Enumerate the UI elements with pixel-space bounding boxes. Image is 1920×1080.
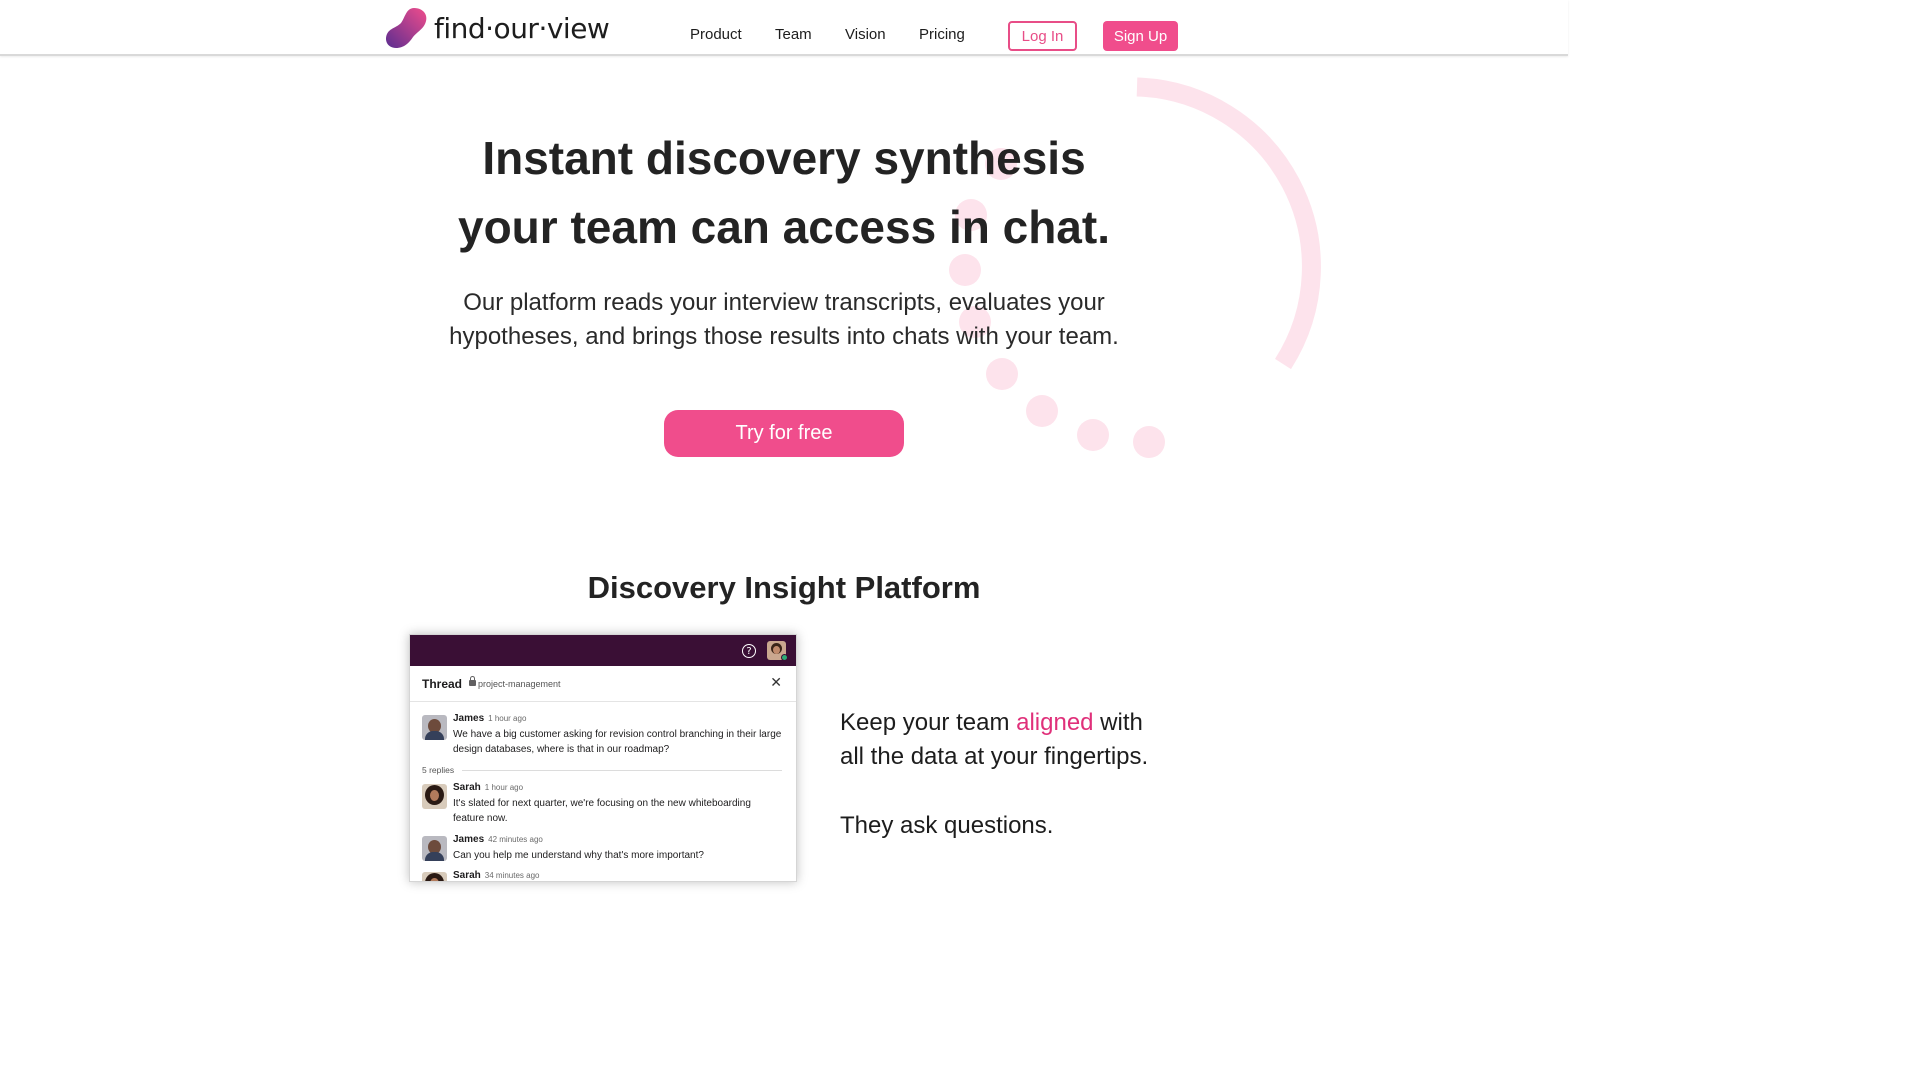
message-time: 34 minutes ago [484,871,540,880]
feature-copy-line-2: all the data at your fingertips. [840,743,1149,770]
feature-copy-questions: They ask questions. [840,812,1054,839]
close-icon: ✕ [770,675,782,691]
lock-icon [469,676,476,686]
brand-logo[interactable]: find·our·view [384,6,610,50]
nav-vision[interactable]: Vision [845,26,886,43]
message-text: It's slated for next quarter, we're focu… [453,798,751,824]
hero-title-line-2: your team can access in chat. [458,201,1110,253]
author-name: Sarah [453,870,481,881]
avatar [422,715,447,740]
message-time: 1 hour ago [484,783,524,792]
message-text: Can you help me understand why that's mo… [453,850,704,861]
hero-subtitle: Our platform reads your interview transc… [404,286,1164,354]
message-author: Sarah 1 hour ago [453,782,523,793]
online-status-icon [781,654,788,661]
try-for-free-button[interactable]: Try for free [664,410,904,457]
message-time: 42 minutes ago [488,835,543,844]
feature-copy: Keep your team aligned with all the data… [840,706,1180,774]
replies-count: 5 replies [422,765,455,775]
hero-title: Instant discovery synthesis your team ca… [384,124,1184,262]
hero-title-line-1: Instant discovery synthesis [482,132,1086,184]
signup-button[interactable]: Sign Up [1103,21,1178,51]
thread-channel: project-management [478,679,561,689]
avatar [422,836,447,861]
thread-header: Thread project-management ✕ [410,666,796,702]
thread-title: Thread [422,677,463,691]
top-navbar: find·our·view Product Team Vision Pricin… [0,0,1568,56]
message-time: 1 hour ago [488,714,527,723]
message-text: We have a big customer asking for revisi… [453,729,782,755]
feature-copy-prefix: Keep your team [840,709,1017,736]
feature-copy-accent: aligned [1016,709,1094,736]
author-name: James [453,713,485,724]
message-author: James 1 hour ago [453,713,526,724]
author-name: Sarah [453,782,481,793]
feature-copy-suffix: with [1093,709,1143,736]
avatar [422,784,447,809]
hero-subtitle-line-2: hypotheses, and brings those results int… [449,323,1119,350]
brand-blob-icon [386,8,427,48]
message-author: James 42 minutes ago [453,834,543,845]
avatar [422,872,447,881]
section-title: Discovery Insight Platform [587,570,981,605]
chat-thread-mockup: ? Thread project-management ✕ James 1 hou… [409,634,797,882]
author-name: James [453,834,485,845]
nav-team[interactable]: Team [775,26,812,43]
nav-pricing[interactable]: Pricing [919,26,965,43]
nav-product[interactable]: Product [690,26,742,43]
replies-divider [462,770,782,771]
brand-name: find·our·view [434,11,610,45]
message-author: Sarah 34 minutes ago [453,870,540,881]
help-icon: ? [742,644,756,658]
chat-top-bar: ? [410,635,796,666]
hero-subtitle-line-1: Our platform reads your interview transc… [463,289,1105,316]
login-button[interactable]: Log In [1008,21,1077,51]
